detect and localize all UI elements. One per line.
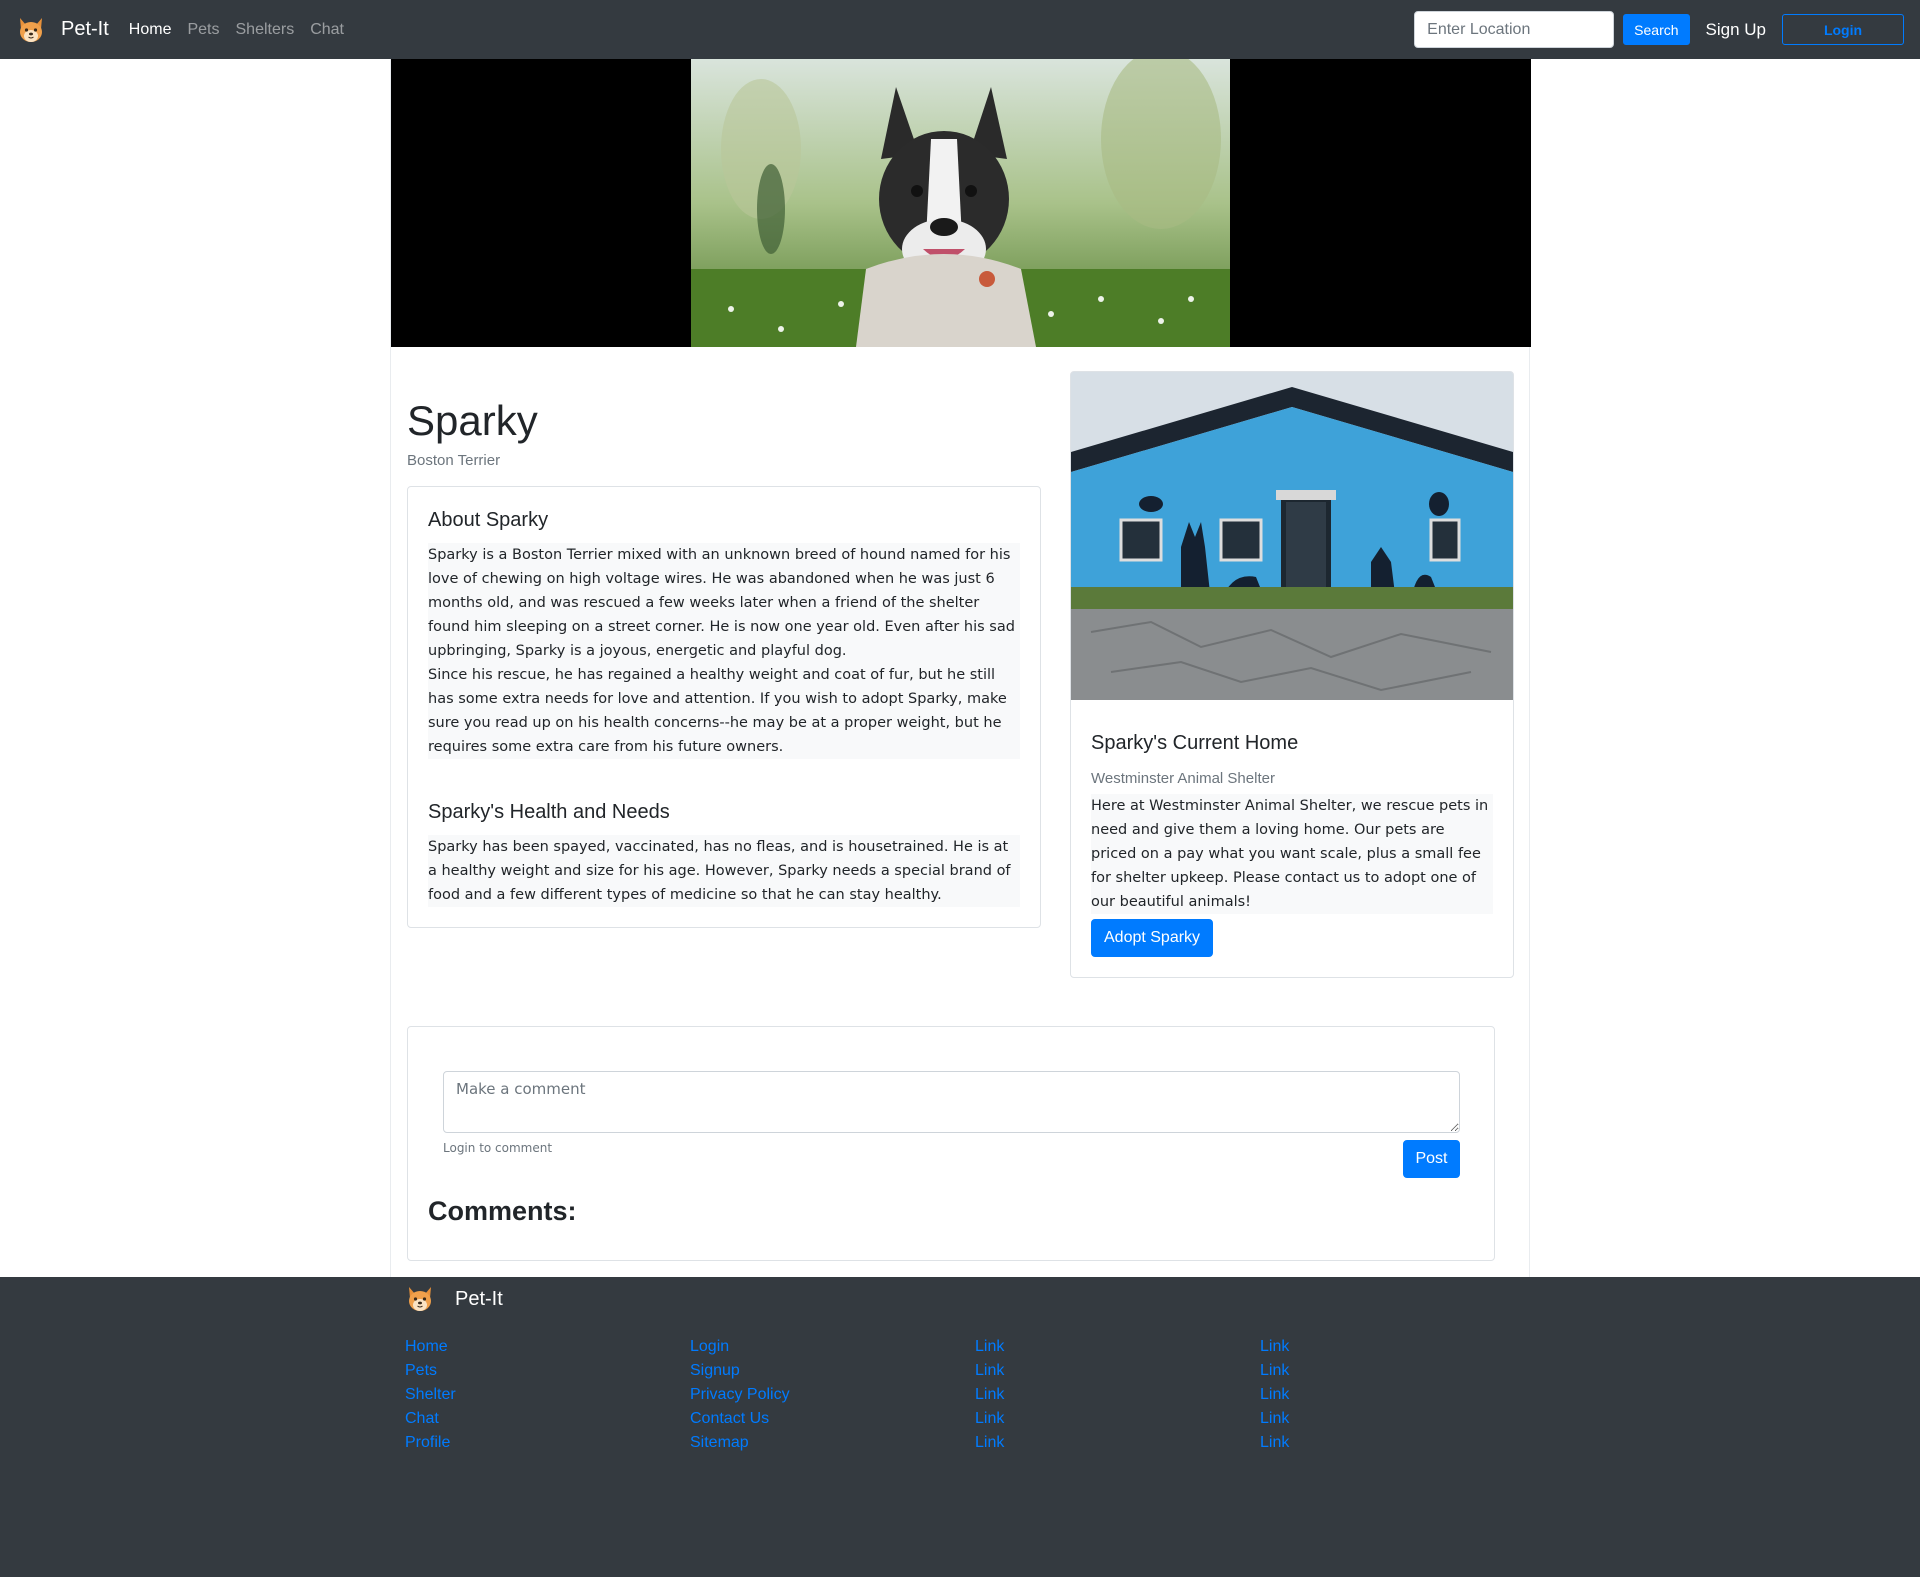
footer-link[interactable]: Link bbox=[1260, 1338, 1289, 1355]
post-button[interactable]: Post bbox=[1403, 1140, 1460, 1178]
navbar: Pet-It Home Pets Shelters Chat Search Si… bbox=[0, 0, 1920, 59]
footer-link-home[interactable]: Home bbox=[405, 1338, 448, 1355]
footer-link[interactable]: Link bbox=[1260, 1386, 1289, 1403]
footer-column-3: Link Link Link Link Link bbox=[975, 1335, 1004, 1455]
brand[interactable]: Pet-It bbox=[16, 0, 109, 59]
footer-link-pets[interactable]: Pets bbox=[405, 1362, 437, 1379]
search-button[interactable]: Search bbox=[1623, 14, 1690, 45]
footer-link[interactable]: Link bbox=[975, 1338, 1004, 1355]
nav-link-chat[interactable]: Chat bbox=[310, 21, 344, 39]
footer-link[interactable]: Link bbox=[975, 1434, 1004, 1451]
shiba-dog-logo-icon bbox=[409, 1287, 431, 1311]
footer-link[interactable]: Link bbox=[975, 1386, 1004, 1403]
footer-link-privacy-policy[interactable]: Privacy Policy bbox=[690, 1386, 790, 1403]
pet-name: Sparky bbox=[407, 397, 538, 444]
about-card: About Sparky Sparky is a Boston Terrier … bbox=[407, 486, 1041, 928]
footer-link-shelter[interactable]: Shelter bbox=[405, 1386, 456, 1403]
pet-breed: Boston Terrier bbox=[407, 452, 501, 469]
nav-link-pets[interactable]: Pets bbox=[187, 21, 219, 39]
comment-card: Login to comment Post Comments: bbox=[407, 1026, 1495, 1261]
footer-brand-name: Pet-It bbox=[455, 1287, 503, 1310]
about-text: Sparky is a Boston Terrier mixed with an… bbox=[428, 543, 1020, 759]
footer-link[interactable]: Link bbox=[1260, 1362, 1289, 1379]
location-input[interactable] bbox=[1414, 11, 1615, 48]
footer-link-chat[interactable]: Chat bbox=[405, 1410, 439, 1427]
health-heading: Sparky's Health and Needs bbox=[428, 801, 670, 823]
footer-column-2: Login Signup Privacy Policy Contact Us S… bbox=[690, 1335, 790, 1455]
health-text: Sparky has been spayed, vaccinated, has … bbox=[428, 835, 1020, 907]
footer-link-signup[interactable]: Signup bbox=[690, 1362, 740, 1379]
footer-brand[interactable]: Pet-It bbox=[405, 1284, 503, 1314]
nav-links: Home Pets Shelters Chat bbox=[129, 21, 360, 39]
hero-banner bbox=[391, 59, 1531, 347]
shelter-description: Here at Westminster Animal Shelter, we r… bbox=[1091, 794, 1493, 914]
shelter-heading: Sparky's Current Home bbox=[1091, 732, 1299, 754]
about-paragraph-1: Sparky is a Boston Terrier mixed with an… bbox=[428, 547, 1015, 659]
footer-link-sitemap[interactable]: Sitemap bbox=[690, 1434, 749, 1451]
shelter-card: Sparky's Current Home Westminster Animal… bbox=[1070, 371, 1514, 978]
footer-link[interactable]: Link bbox=[975, 1362, 1004, 1379]
pet-photo bbox=[691, 59, 1230, 347]
footer-link[interactable]: Link bbox=[1260, 1434, 1289, 1451]
nav-link-shelters[interactable]: Shelters bbox=[236, 21, 295, 39]
footer-column-4: Link Link Link Link Link bbox=[1260, 1335, 1289, 1455]
footer-link[interactable]: Link bbox=[1260, 1410, 1289, 1427]
signup-link[interactable]: Sign Up bbox=[1706, 20, 1766, 40]
shelter-name: Westminster Animal Shelter bbox=[1091, 770, 1275, 787]
adopt-button[interactable]: Adopt Sparky bbox=[1091, 919, 1214, 957]
comments-heading: Comments: bbox=[428, 1196, 577, 1226]
main-container: Sparky Boston Terrier About Sparky Spark… bbox=[390, 59, 1531, 1277]
nav-link-home[interactable]: Home bbox=[129, 21, 172, 39]
about-paragraph-2: Since his rescue, he has regained a heal… bbox=[428, 667, 1007, 755]
nav-right: Search Sign Up Login bbox=[1414, 11, 1904, 48]
brand-name: Pet-It bbox=[61, 18, 109, 40]
footer-column-1: Home Pets Shelter Chat Profile bbox=[405, 1335, 456, 1455]
footer: Pet-It Home Pets Shelter Chat Profile Lo… bbox=[0, 1277, 1920, 1577]
about-heading: About Sparky bbox=[428, 509, 549, 531]
footer-link-contact-us[interactable]: Contact Us bbox=[690, 1410, 769, 1427]
comment-input[interactable] bbox=[443, 1071, 1460, 1133]
footer-link-profile[interactable]: Profile bbox=[405, 1434, 450, 1451]
shelter-photo bbox=[1071, 372, 1513, 700]
footer-link[interactable]: Link bbox=[975, 1410, 1004, 1427]
login-hint: Login to comment bbox=[443, 1141, 553, 1155]
shiba-dog-logo-icon bbox=[20, 17, 42, 42]
footer-link-login[interactable]: Login bbox=[690, 1338, 729, 1355]
login-button[interactable]: Login bbox=[1782, 14, 1904, 45]
